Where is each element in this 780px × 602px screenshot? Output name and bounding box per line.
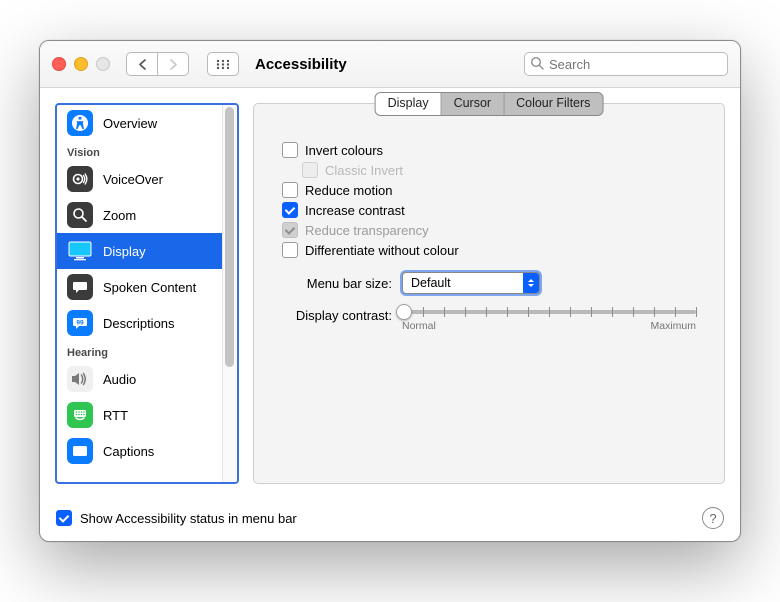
show-all-button[interactable] [207, 52, 239, 76]
row-increase-contrast: Increase contrast [282, 202, 696, 218]
descriptions-icon: 99 [71, 314, 89, 332]
classic-invert-checkbox [302, 162, 318, 178]
speech-bubble-icon [71, 278, 89, 296]
menu-bar-size-label: Menu bar size: [282, 276, 392, 291]
differentiate-colour-checkbox[interactable] [282, 242, 298, 258]
sidebar-item-zoom[interactable]: Zoom [57, 197, 222, 233]
chevron-up-down-icon [523, 273, 539, 293]
invert-colours-checkbox[interactable] [282, 142, 298, 158]
section-hearing: Hearing [57, 341, 222, 361]
captions-icon [71, 442, 89, 460]
search-field [524, 52, 728, 76]
reduce-motion-checkbox[interactable] [282, 182, 298, 198]
forward-button[interactable] [158, 52, 189, 76]
sidebar-item-label: Spoken Content [103, 280, 196, 295]
sidebar-item-label: RTT [103, 408, 128, 423]
show-status-label: Show Accessibility status in menu bar [80, 511, 297, 526]
display-icon [67, 240, 93, 262]
increase-contrast-checkbox[interactable] [282, 202, 298, 218]
sidebar-scrollbar[interactable] [222, 105, 237, 482]
minimize-window-button[interactable] [74, 57, 88, 71]
search-icon [530, 56, 544, 70]
row-differentiate-without-colour: Differentiate without colour [282, 242, 696, 258]
search-input[interactable] [524, 52, 728, 76]
tab-display[interactable]: Display [376, 93, 442, 115]
sidebar-item-label: Display [103, 244, 146, 259]
back-button[interactable] [126, 52, 158, 76]
row-display-contrast: Display contrast: NormalMaximum [282, 308, 696, 332]
zoom-icon [71, 206, 89, 224]
sidebar-item-label: VoiceOver [103, 172, 163, 187]
traffic-lights [52, 57, 110, 71]
sidebar-item-display[interactable]: Display [57, 233, 222, 269]
sidebar-item-captions[interactable]: Captions [57, 433, 222, 469]
tab-colour-filters[interactable]: Colour Filters [504, 93, 602, 115]
row-invert-colours: Invert colours [282, 142, 696, 158]
sidebar-item-rtt[interactable]: RTT [57, 397, 222, 433]
section-vision: Vision [57, 141, 222, 161]
titlebar: Accessibility [40, 41, 740, 88]
sidebar-item-label: Zoom [103, 208, 136, 223]
help-button[interactable]: ? [702, 507, 724, 529]
tab-cursor[interactable]: Cursor [442, 93, 505, 115]
display-contrast-slider[interactable] [402, 310, 696, 314]
footer: Show Accessibility status in menu bar ? [40, 499, 740, 541]
sidebar-item-label: Descriptions [103, 316, 175, 331]
zoom-window-button[interactable] [96, 57, 110, 71]
row-reduce-motion: Reduce motion [282, 182, 696, 198]
menu-bar-size-select[interactable]: Default [402, 272, 540, 294]
accessibility-icon [71, 114, 89, 132]
show-status-checkbox[interactable] [56, 510, 72, 526]
sidebar-item-overview[interactable]: Overview [57, 105, 222, 141]
close-window-button[interactable] [52, 57, 66, 71]
reduce-transparency-checkbox [282, 222, 298, 238]
display-settings-panel: Display Cursor Colour Filters Invert col… [253, 103, 725, 484]
accessibility-window: Accessibility Overview Vision VoiceOver [39, 40, 741, 542]
slider-knob[interactable] [396, 304, 412, 320]
svg-text:99: 99 [76, 320, 84, 327]
sidebar-item-descriptions[interactable]: 99 Descriptions [57, 305, 222, 341]
category-sidebar: Overview Vision VoiceOver Zoom Display [55, 103, 239, 484]
display-tabs: Display Cursor Colour Filters [375, 92, 604, 116]
speaker-icon [70, 370, 90, 388]
display-contrast-label: Display contrast: [282, 308, 392, 323]
sidebar-item-spoken-content[interactable]: Spoken Content [57, 269, 222, 305]
row-reduce-transparency: Reduce transparency [282, 222, 696, 238]
sidebar-item-label: Overview [103, 116, 157, 131]
voiceover-icon [71, 170, 89, 188]
row-classic-invert: Classic Invert [302, 162, 696, 178]
sidebar-item-voiceover[interactable]: VoiceOver [57, 161, 222, 197]
row-menu-bar-size: Menu bar size: Default [282, 272, 696, 294]
sidebar-item-audio[interactable]: Audio [57, 361, 222, 397]
sidebar-item-label: Captions [103, 444, 154, 459]
window-title: Accessibility [255, 56, 347, 73]
tty-icon [71, 406, 89, 424]
sidebar-item-label: Audio [103, 372, 136, 387]
